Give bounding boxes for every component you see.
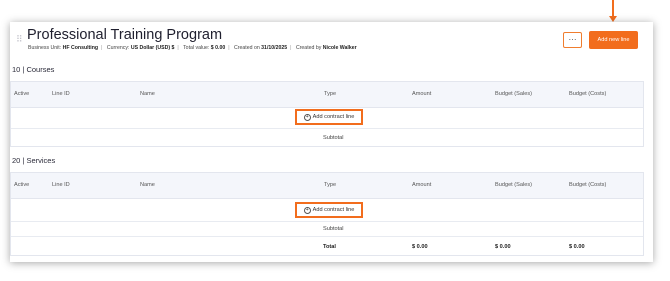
col-amount: Amount bbox=[412, 91, 432, 97]
add-contract-line-button[interactable]: + Add contract line bbox=[295, 202, 363, 218]
col-budget-sales: Budget (Sales) bbox=[495, 91, 533, 97]
col-active: Active bbox=[14, 91, 30, 97]
col-name: Name bbox=[140, 182, 155, 188]
currency-value: US Dollar (USD) $ bbox=[130, 45, 175, 51]
total-amount: $ 0.00 bbox=[412, 244, 428, 250]
business-unit-value: HF Consulting bbox=[62, 45, 99, 51]
col-active: Active bbox=[14, 182, 30, 188]
col-type: Type bbox=[324, 91, 337, 97]
add-new-line-button[interactable]: Add new line bbox=[589, 31, 638, 49]
courses-table: Active Line ID Name Type Amount Budget (… bbox=[10, 81, 644, 147]
add-contract-line-button[interactable]: + Add contract line bbox=[295, 109, 363, 125]
subtotal-label: Subtotal bbox=[323, 135, 344, 141]
plus-circle-icon: + bbox=[303, 113, 311, 121]
page-title: Professional Training Program bbox=[27, 27, 223, 43]
table-header: Active Line ID Name Type Amount Budget (… bbox=[11, 82, 643, 108]
add-contract-line-label: Add contract line bbox=[312, 207, 355, 213]
business-unit-label: Business Unit: bbox=[28, 45, 62, 51]
total-value-label: Total value: bbox=[183, 45, 210, 51]
section-title-services: 20 | Services bbox=[12, 156, 56, 165]
contract-meta: Business Unit: HF Consulting | Currency: … bbox=[28, 45, 357, 51]
currency-label: Currency: bbox=[106, 45, 130, 51]
col-amount: Amount bbox=[412, 182, 432, 188]
row-divider bbox=[11, 221, 643, 222]
subtotal-label: Subtotal bbox=[323, 226, 344, 232]
total-budget-costs: $ 0.00 bbox=[569, 244, 585, 250]
created-by-value: Nicole Walker bbox=[322, 45, 357, 51]
more-options-button[interactable]: ··· bbox=[563, 32, 582, 48]
col-budget-costs: Budget (Costs) bbox=[569, 91, 607, 97]
plus-circle-icon: + bbox=[303, 206, 311, 214]
total-label: Total bbox=[323, 244, 336, 250]
created-on-value: 31/10/2025 bbox=[261, 45, 288, 51]
add-contract-line-label: Add contract line bbox=[312, 114, 355, 120]
created-on-label: Created on bbox=[234, 45, 260, 51]
services-table: Active Line ID Name Type Amount Budget (… bbox=[10, 172, 644, 256]
total-budget-sales: $ 0.00 bbox=[495, 244, 511, 250]
table-header: Active Line ID Name Type Amount Budget (… bbox=[11, 173, 643, 199]
col-budget-sales: Budget (Sales) bbox=[495, 182, 533, 188]
row-divider bbox=[11, 236, 643, 237]
col-line-id: Line ID bbox=[52, 91, 70, 97]
col-name: Name bbox=[140, 91, 155, 97]
col-budget-costs: Budget (Costs) bbox=[569, 182, 607, 188]
drag-handle-icon[interactable]: ⠿ bbox=[16, 34, 23, 45]
total-value-value: $ 0.00 bbox=[210, 45, 226, 51]
row-divider bbox=[11, 128, 643, 129]
created-by-label: Created by bbox=[295, 45, 322, 51]
col-type: Type bbox=[324, 182, 337, 188]
col-line-id: Line ID bbox=[52, 182, 70, 188]
section-title-courses: 10 | Courses bbox=[12, 65, 55, 74]
